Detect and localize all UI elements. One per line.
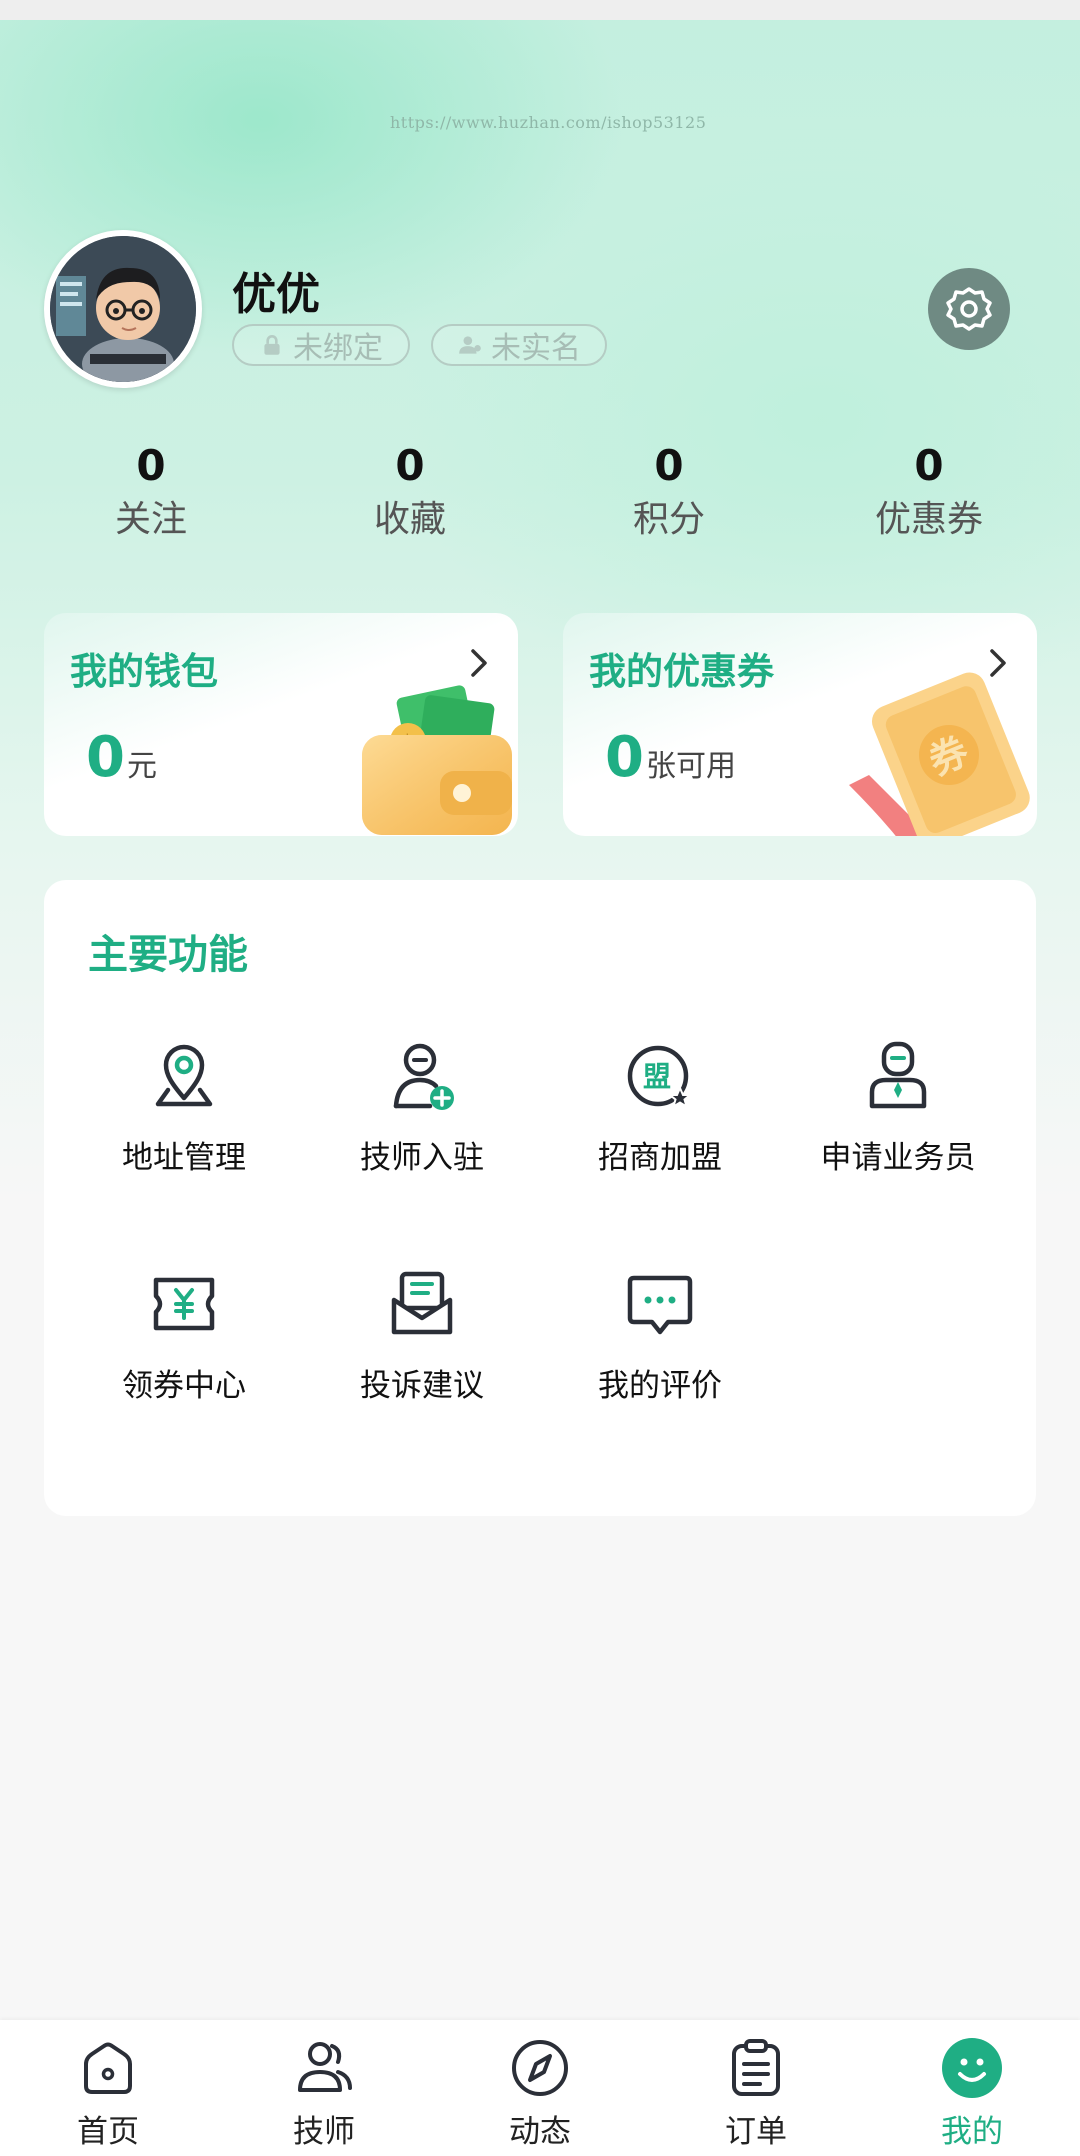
lock-icon xyxy=(264,335,280,355)
stat-value: 0 xyxy=(395,441,425,490)
tab-mine[interactable]: 我的 xyxy=(892,2036,1052,2151)
coupon-illustration-icon: 券 xyxy=(849,672,1030,836)
smile-icon xyxy=(942,2038,1002,2098)
function-label: 地址管理 xyxy=(122,1140,246,1176)
stat-value: 0 xyxy=(654,441,684,490)
coupon-card[interactable]: 我的优惠券 0 张可用 券 xyxy=(563,613,1037,836)
function-label: 领券中心 xyxy=(122,1368,246,1404)
function-label: 技师入驻 xyxy=(360,1140,484,1176)
stat-value: 0 xyxy=(914,441,944,490)
wallet-unit: 元 xyxy=(126,749,157,784)
stat-label: 优惠券 xyxy=(874,499,983,540)
review-icon xyxy=(627,1275,693,1335)
main-functions-panel: 主要功能 地址管理 技师入驻 盟 招商加盟 申请业务员 领券中心 投诉建议 我的… xyxy=(44,880,1036,1516)
bind-status-label: 未绑定 xyxy=(293,331,383,366)
coupon-center-item[interactable]: 领券中心 xyxy=(66,1266,302,1405)
stat-follow[interactable]: 0 关注 xyxy=(51,440,251,542)
tab-label: 技师 xyxy=(293,2114,355,2150)
tab-label: 首页 xyxy=(77,2114,139,2150)
stat-label: 关注 xyxy=(114,499,187,540)
gear-icon xyxy=(946,287,992,331)
wallet-card[interactable]: 我的钱包 0 元 $ xyxy=(44,613,518,836)
alliance-icon: 盟 xyxy=(627,1045,693,1109)
technician-join-item[interactable]: 技师入驻 xyxy=(304,1038,540,1177)
coupon-count: 0 xyxy=(605,725,644,790)
tab-label: 订单 xyxy=(725,2114,787,2150)
home-icon xyxy=(84,2042,132,2094)
stat-value: 0 xyxy=(136,441,166,490)
address-management-item[interactable]: 地址管理 xyxy=(66,1038,302,1177)
order-icon xyxy=(732,2039,780,2096)
settings-button[interactable] xyxy=(928,268,1010,350)
location-icon xyxy=(155,1044,213,1107)
coupon-center-icon xyxy=(153,1277,215,1331)
stat-favorites[interactable]: 0 收藏 xyxy=(310,440,510,542)
tab-orders[interactable]: 订单 xyxy=(676,2036,836,2151)
coupon-unit: 张可用 xyxy=(645,749,736,784)
function-label: 我的评价 xyxy=(598,1368,722,1404)
function-label: 投诉建议 xyxy=(360,1368,484,1404)
stat-coupons[interactable]: 0 优惠券 xyxy=(829,440,1029,542)
tab-label: 我的 xyxy=(941,2114,1003,2150)
wallet-balance: 0 xyxy=(86,725,125,790)
realname-status-label: 未实名 xyxy=(491,331,581,366)
alliance-item[interactable]: 盟 招商加盟 xyxy=(542,1038,778,1177)
my-reviews-item[interactable]: 我的评价 xyxy=(542,1266,778,1405)
apply-salesman-item[interactable]: 申请业务员 xyxy=(780,1038,1016,1177)
function-label: 申请业务员 xyxy=(820,1140,976,1176)
tab-home[interactable]: 首页 xyxy=(28,2036,188,2151)
section-title: 主要功能 xyxy=(88,932,248,978)
realname-status-badge[interactable]: 未实名 xyxy=(431,324,607,366)
compass-icon xyxy=(512,2040,568,2096)
technician-join-icon xyxy=(393,1043,454,1110)
status-bar xyxy=(0,0,1080,20)
wallet-illustration-icon: $ xyxy=(362,685,512,835)
watermark-text: https://www.huzhan.com/ishop53125 xyxy=(390,113,707,132)
username: 优优 xyxy=(232,269,320,320)
tab-moments[interactable]: 动态 xyxy=(460,2036,620,2151)
complaint-suggestion-item[interactable]: 投诉建议 xyxy=(304,1266,540,1405)
bottom-tab-bar: 首页 技师 动态 订单 我的 xyxy=(0,2020,1080,2156)
avatar[interactable] xyxy=(44,230,202,388)
complaint-icon xyxy=(391,1271,453,1335)
tab-technician[interactable]: 技师 xyxy=(244,2036,404,2151)
tab-label: 动态 xyxy=(509,2114,571,2150)
user-verify-icon xyxy=(459,336,481,354)
function-label: 招商加盟 xyxy=(598,1140,722,1176)
svg-text:盟: 盟 xyxy=(643,1060,671,1093)
bind-status-badge[interactable]: 未绑定 xyxy=(232,324,410,366)
stat-label: 积分 xyxy=(632,499,705,540)
salesman-icon xyxy=(869,1041,927,1109)
coupon-title: 我的优惠券 xyxy=(589,650,774,693)
wallet-title: 我的钱包 xyxy=(70,650,218,693)
stat-label: 收藏 xyxy=(373,499,446,540)
stat-points[interactable]: 0 积分 xyxy=(569,440,769,542)
technician-icon xyxy=(298,2042,352,2092)
